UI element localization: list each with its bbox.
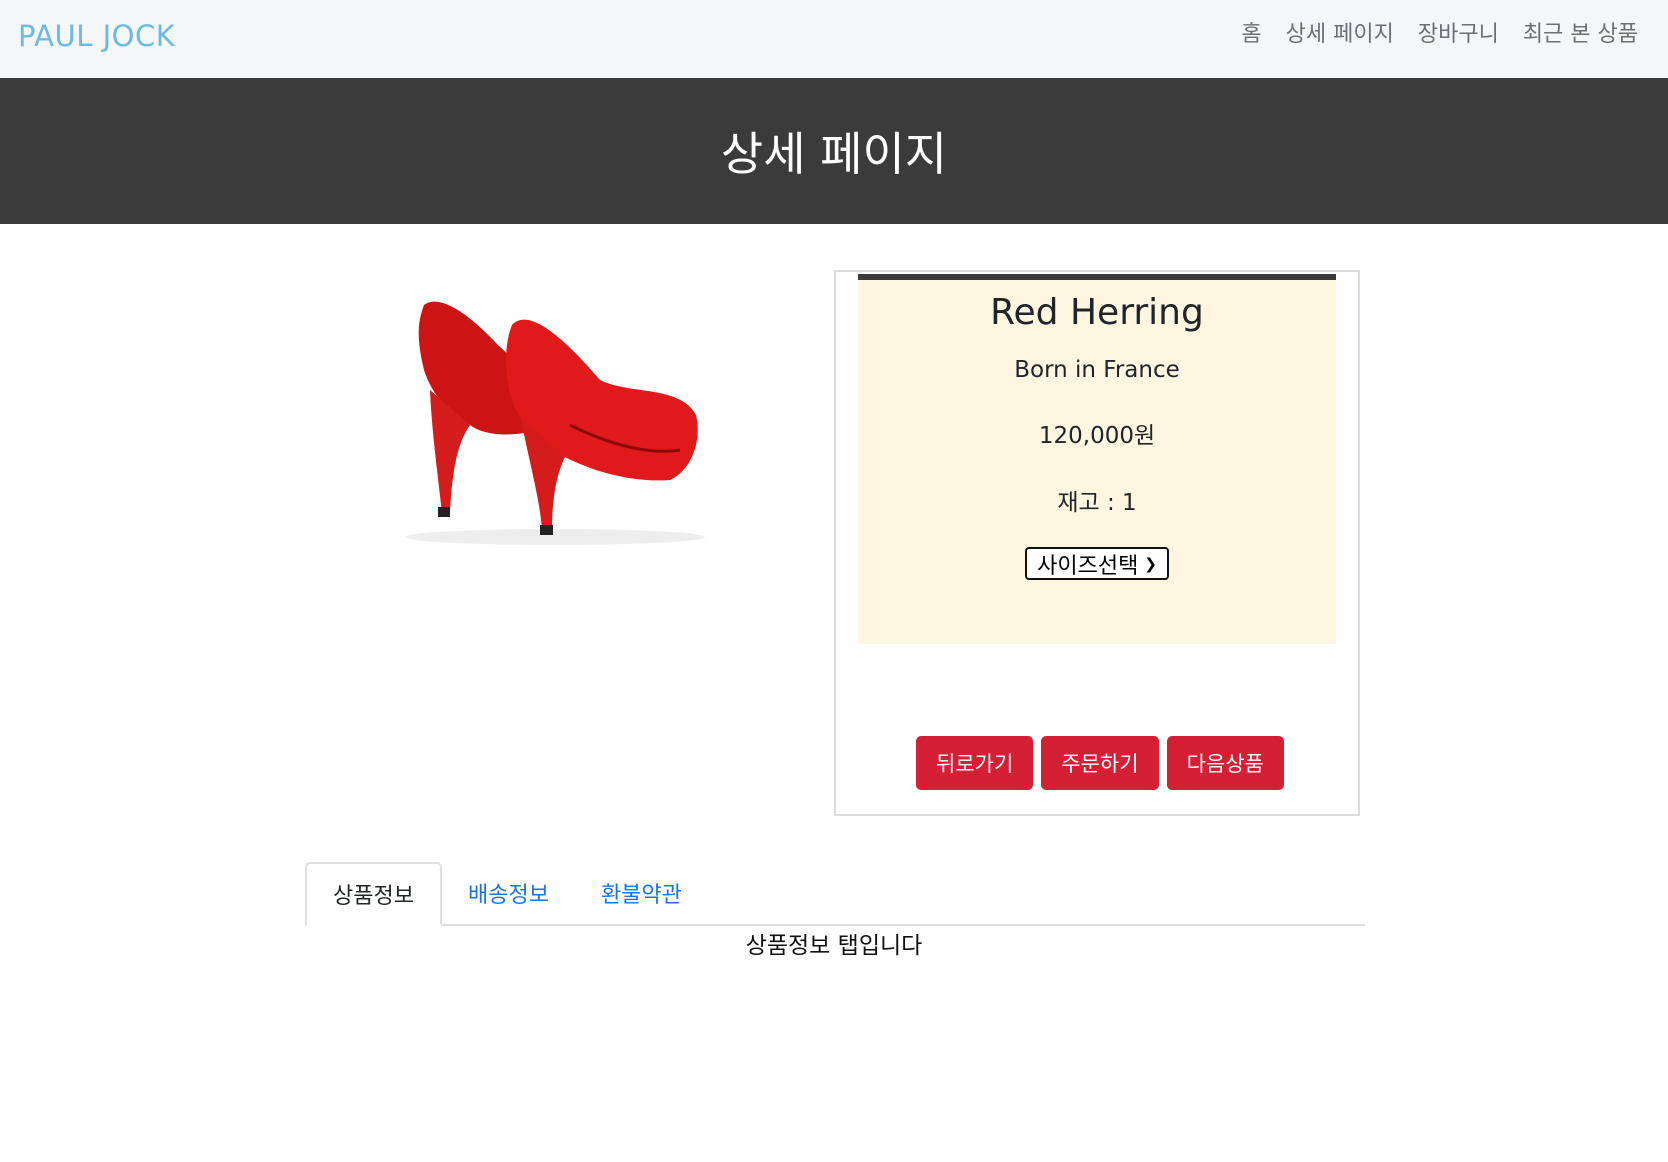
navbar: PAUL JOCK 홈 상세 페이지 장바구니 최근 본 상품 xyxy=(0,0,1668,78)
page-banner: 상세 페이지 xyxy=(0,78,1668,224)
nav-links: 홈 상세 페이지 장바구니 최근 본 상품 xyxy=(1217,20,1638,50)
tab-content: 상품정보 탭입니다 xyxy=(745,933,923,959)
action-buttons: 뒤로가기 주문하기 다음상품 xyxy=(916,736,1292,790)
page-title: 상세 페이지 xyxy=(720,127,948,181)
brand-logo[interactable]: PAUL JOCK xyxy=(18,19,175,53)
product-tabs: 상품정보 배송정보 환불약관 xyxy=(305,862,1365,926)
tab-product-info[interactable]: 상품정보 xyxy=(305,862,442,926)
back-button[interactable]: 뒤로가기 xyxy=(916,736,1034,790)
red-high-heels-image xyxy=(380,275,730,575)
size-select[interactable]: 사이즈선택 ❯ xyxy=(1025,547,1169,580)
tab-shipping-info[interactable]: 배송정보 xyxy=(442,862,575,924)
nav-link-recent[interactable]: 최근 본 상품 xyxy=(1523,20,1638,50)
nav-link-home[interactable]: 홈 xyxy=(1241,20,1261,50)
product-name: Red Herring xyxy=(990,292,1204,333)
tab-refund-policy[interactable]: 환불약관 xyxy=(575,862,708,924)
product-stock: 재고 : 1 xyxy=(1057,490,1137,516)
size-select-value: 사이즈선택 xyxy=(1037,553,1139,579)
product-card: Red Herring Born in France 120,000원 재고 :… xyxy=(834,270,1360,816)
order-button[interactable]: 주문하기 xyxy=(1041,736,1159,790)
product-info: Red Herring Born in France 120,000원 재고 :… xyxy=(858,274,1336,644)
product-price: 120,000원 xyxy=(1038,423,1156,449)
next-product-button[interactable]: 다음상품 xyxy=(1166,736,1284,790)
chevron-down-icon: ❯ xyxy=(1144,554,1157,573)
product-origin: Born in France xyxy=(1014,357,1180,383)
nav-link-detail[interactable]: 상세 페이지 xyxy=(1286,20,1394,50)
nav-link-cart[interactable]: 장바구니 xyxy=(1418,20,1499,50)
